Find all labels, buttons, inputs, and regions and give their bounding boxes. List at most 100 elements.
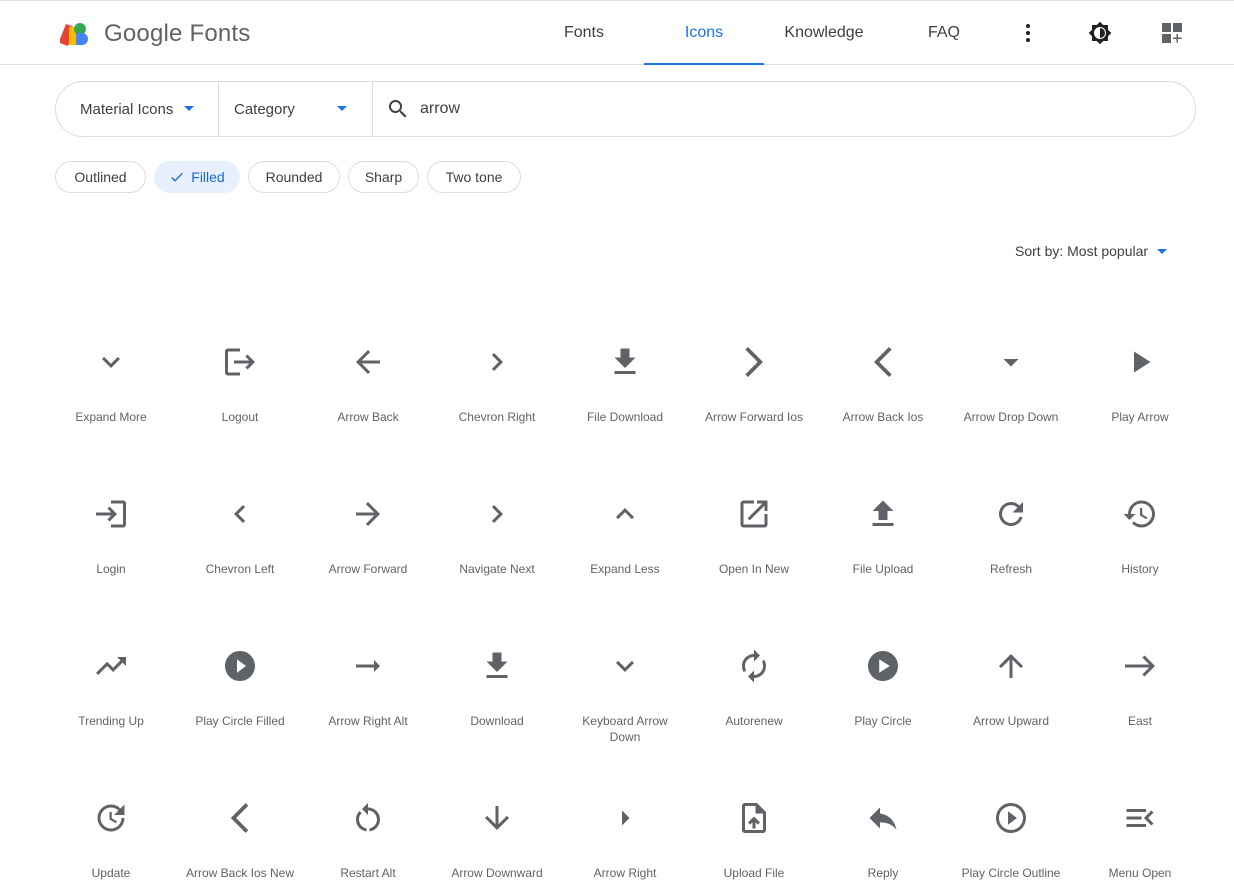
autorenew-icon <box>734 646 774 686</box>
icon-card[interactable]: Upload File <box>689 776 819 888</box>
icon-label: Keyboard Arrow Down <box>582 714 668 744</box>
icon-card[interactable]: Arrow Downward <box>432 776 562 888</box>
icon-card[interactable]: Arrow Upward <box>946 624 1076 776</box>
dropdown-caret-icon <box>184 106 194 111</box>
icon-card[interactable]: Expand More <box>46 320 176 472</box>
chip-sharp[interactable]: Sharp <box>348 161 419 193</box>
icon-card[interactable]: Play Circle Filled <box>175 624 305 776</box>
chip-filled[interactable]: Filled <box>154 161 240 193</box>
arrow-right-icon <box>605 798 645 838</box>
icon-card[interactable]: Autorenew <box>689 624 819 776</box>
icon-card[interactable]: Expand Less <box>560 472 690 624</box>
divider <box>218 82 219 136</box>
brand[interactable]: Google Fonts <box>58 20 251 48</box>
tab-fonts[interactable]: Fonts <box>524 1 644 65</box>
icon-label: File Upload <box>852 562 914 576</box>
icon-card[interactable]: East <box>1075 624 1205 776</box>
icon-card[interactable]: File Upload <box>818 472 948 624</box>
icon-card[interactable]: Open In New <box>689 472 819 624</box>
navigate-next-icon <box>477 494 517 534</box>
chip-label: Two tone <box>445 169 503 185</box>
icon-card[interactable]: Navigate Next <box>432 472 562 624</box>
more-vert-icon[interactable] <box>1016 21 1040 45</box>
icon-card[interactable]: Download <box>432 624 562 776</box>
icon-card[interactable]: Login <box>46 472 176 624</box>
icon-card[interactable]: Arrow Forward <box>303 472 433 624</box>
icon-card[interactable]: Play Circle Outline <box>946 776 1076 888</box>
brand-name: Google Fonts <box>104 20 251 47</box>
icon-label: Expand Less <box>590 562 660 576</box>
icon-card[interactable]: Arrow Forward Ios <box>689 320 819 472</box>
icon-search-bar: Material Icons Category <box>55 81 1196 137</box>
logout-icon <box>220 342 260 382</box>
icon-card[interactable]: Play Circle <box>818 624 948 776</box>
icon-card[interactable]: History <box>1075 472 1205 624</box>
icon-card[interactable]: Chevron Right <box>432 320 562 472</box>
icon-card[interactable]: Logout <box>175 320 305 472</box>
icon-card[interactable]: Restart Alt <box>303 776 433 888</box>
icon-card[interactable]: Arrow Back Ios New <box>175 776 305 888</box>
arrow-forward-icon <box>348 494 388 534</box>
update-icon <box>91 798 131 838</box>
icon-card[interactable]: Arrow Right Alt <box>303 624 433 776</box>
arrow-upward-icon <box>991 646 1031 686</box>
chip-label: Filled <box>191 169 225 185</box>
icon-card[interactable]: File Download <box>560 320 690 472</box>
apps-add-icon[interactable] <box>1160 21 1184 45</box>
icon-label: Update <box>91 866 131 880</box>
sort-dropdown[interactable]: Sort by: Most popular <box>1015 242 1168 260</box>
icon-label: Play Circle Filled <box>195 714 285 728</box>
icon-label: Expand More <box>75 410 147 424</box>
chip-outlined[interactable]: Outlined <box>55 161 146 193</box>
play-circle-outline-icon <box>991 798 1031 838</box>
icon-label: Menu Open <box>1108 866 1172 880</box>
search-icon <box>386 97 410 121</box>
chip-two-tone[interactable]: Two tone <box>427 161 521 193</box>
icon-card[interactable]: Arrow Right <box>560 776 690 888</box>
icon-label: Chevron Left <box>205 562 275 576</box>
category-dropdown[interactable]: Category <box>234 82 372 136</box>
arrow-downward-icon <box>477 798 517 838</box>
icon-card[interactable]: Trending Up <box>46 624 176 776</box>
icon-card[interactable]: Chevron Left <box>175 472 305 624</box>
tab-faq[interactable]: FAQ <box>884 1 1004 65</box>
icon-label: Play Circle Outline <box>961 866 1061 880</box>
icon-label: Arrow Forward <box>328 562 408 576</box>
arrow-drop-down-icon <box>991 342 1031 382</box>
icon-label: Autorenew <box>725 714 783 728</box>
icon-label: Arrow Back Ios New <box>185 866 295 880</box>
download-icon <box>477 646 517 686</box>
file-upload-icon <box>863 494 903 534</box>
check-icon <box>169 169 185 185</box>
search-input[interactable] <box>420 96 1160 122</box>
arrow-forward-ios-icon <box>734 342 774 382</box>
icon-card[interactable]: Menu Open <box>1075 776 1205 888</box>
icon-card[interactable]: Keyboard Arrow Down <box>560 624 690 776</box>
icon-family-dropdown[interactable]: Material Icons <box>80 82 218 136</box>
icon-card[interactable]: Arrow Drop Down <box>946 320 1076 472</box>
icon-label: History <box>1121 562 1159 576</box>
history-icon <box>1120 494 1160 534</box>
dropdown-caret-icon <box>1157 248 1168 254</box>
restart-alt-icon <box>348 798 388 838</box>
icon-label: Arrow Drop Down <box>963 410 1059 424</box>
icon-label: Restart Alt <box>340 866 396 880</box>
icon-card[interactable]: Reply <box>818 776 948 888</box>
chevron-right-icon <box>477 342 517 382</box>
icon-label: Chevron Right <box>458 410 536 424</box>
icon-label: Arrow Upward <box>972 714 1050 728</box>
icon-label: Arrow Forward Ios <box>704 410 804 424</box>
icon-family-value: Material Icons <box>80 100 174 118</box>
icon-card[interactable]: Arrow Back <box>303 320 433 472</box>
icon-card[interactable]: Play Arrow <box>1075 320 1205 472</box>
tab-icons[interactable]: Icons <box>644 1 764 65</box>
icon-label: Trending Up <box>78 714 144 728</box>
icon-card[interactable]: Refresh <box>946 472 1076 624</box>
icon-label: Arrow Back Ios <box>842 410 924 424</box>
tab-knowledge[interactable]: Knowledge <box>764 1 884 65</box>
theme-toggle-icon[interactable] <box>1088 21 1112 45</box>
chip-rounded[interactable]: Rounded <box>248 161 340 193</box>
icon-card[interactable]: Arrow Back Ios <box>818 320 948 472</box>
category-value: Category <box>234 100 295 118</box>
icon-card[interactable]: Update <box>46 776 176 888</box>
